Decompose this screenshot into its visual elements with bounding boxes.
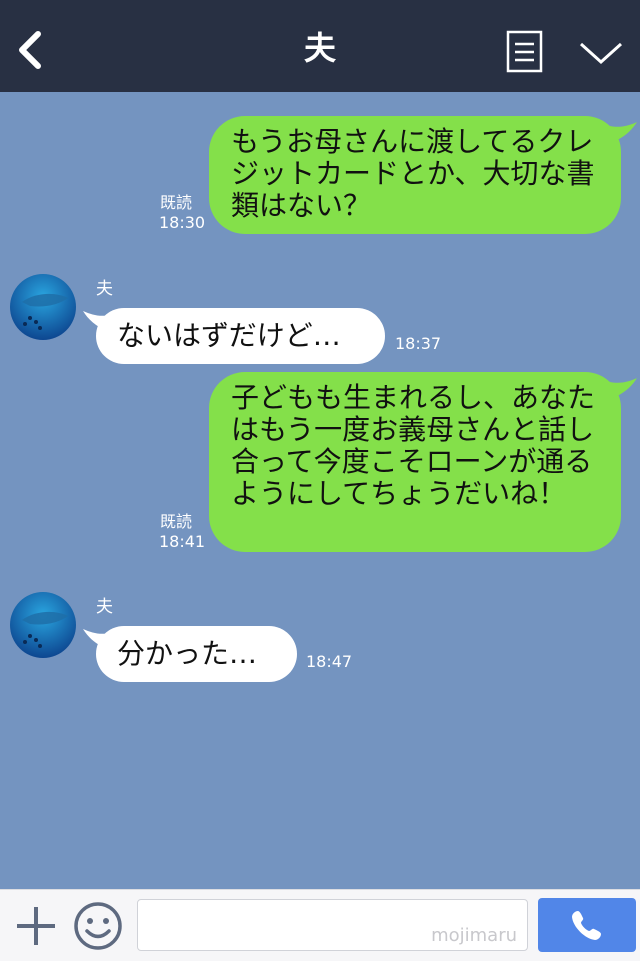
message-input-bar: mojimaru bbox=[0, 889, 640, 961]
sender-name: 夫 bbox=[96, 279, 113, 299]
chat-title: 夫 bbox=[303, 29, 336, 67]
outgoing-bubble-tail bbox=[610, 122, 637, 142]
chat-header: 夫 bbox=[0, 0, 640, 92]
phone-icon bbox=[572, 911, 601, 940]
message-time: 18:41 bbox=[159, 532, 206, 551]
chevron-down-icon[interactable] bbox=[578, 40, 624, 68]
incoming-message-bubble: 分かった… bbox=[96, 626, 297, 682]
back-arrow-icon[interactable] bbox=[14, 28, 46, 72]
smiley-icon[interactable] bbox=[73, 901, 123, 951]
incoming-message-bubble: ないはずだけど… bbox=[96, 308, 385, 364]
message-time: 18:30 bbox=[159, 213, 206, 232]
outgoing-message-bubble: もうお母さんに渡してるクレジットカードとか、大切な書類はない？ bbox=[209, 116, 621, 234]
outgoing-message-bubble: 子どもも生まれるし、あなたはもう一度お義母さんと話し合って今度こそローンが通るよ… bbox=[209, 372, 621, 552]
outgoing-bubble-tail bbox=[610, 378, 637, 398]
message-time: 18:37 bbox=[395, 334, 442, 353]
message-input[interactable]: mojimaru bbox=[137, 899, 528, 951]
avatar[interactable] bbox=[10, 592, 76, 658]
incoming-bubble-tail bbox=[83, 629, 110, 649]
call-button[interactable] bbox=[538, 898, 636, 952]
plus-icon[interactable] bbox=[14, 904, 58, 948]
incoming-bubble-tail bbox=[83, 311, 110, 331]
avatar[interactable] bbox=[10, 274, 76, 340]
note-list-icon[interactable] bbox=[506, 30, 544, 74]
sender-name: 夫 bbox=[96, 597, 113, 617]
read-status: 既読 bbox=[160, 193, 193, 212]
watermark-text: mojimaru bbox=[431, 925, 517, 946]
message-time: 18:47 bbox=[306, 652, 353, 671]
read-status: 既読 bbox=[160, 512, 193, 531]
